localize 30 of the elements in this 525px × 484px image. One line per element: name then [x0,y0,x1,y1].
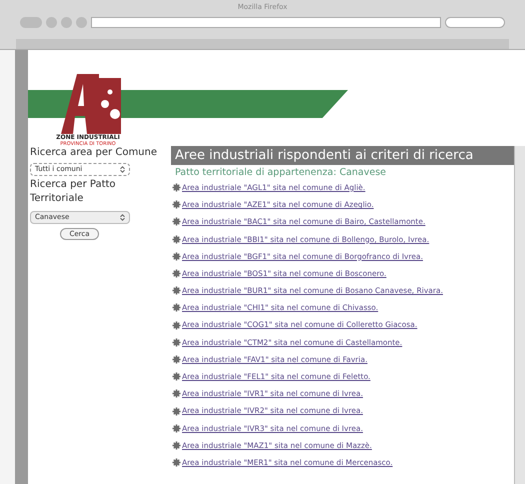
patto-subheading: Patto territoriale di appartenenza: Canavese [174,166,388,179]
gear-icon [172,217,181,226]
gear-icon [172,234,181,244]
gear-icon [172,424,181,433]
scrollbar[interactable] [514,146,525,484]
gear-icon [172,338,181,347]
gear-icon [172,183,181,192]
gear-icon [172,354,181,364]
gear-icon [172,372,181,382]
gear-icon [172,406,181,416]
gear-icon [172,320,181,330]
gear-icon [172,458,181,468]
results-heading: Aree industriali rispondenti ai criteri di ricerca [171,146,514,165]
gear-icon [172,252,181,261]
comune-label: Ricerca area per Comune [30,146,158,160]
search-field[interactable] [445,16,505,28]
address-field[interactable] [91,16,441,28]
chevron-icon [120,214,125,221]
patto-label: Ricerca per Patto Territoriale [30,178,117,206]
gear-icon [172,389,181,398]
gear-icon [172,440,181,450]
home-button[interactable] [76,16,87,28]
back-button[interactable] [20,16,42,28]
stop-button[interactable] [61,16,72,28]
gear-icon [172,200,181,210]
gear-icon [172,303,181,312]
reload-button[interactable] [46,16,57,28]
chevron-icon [120,166,125,173]
gear-icon [172,286,181,296]
gear-icon [172,269,181,278]
